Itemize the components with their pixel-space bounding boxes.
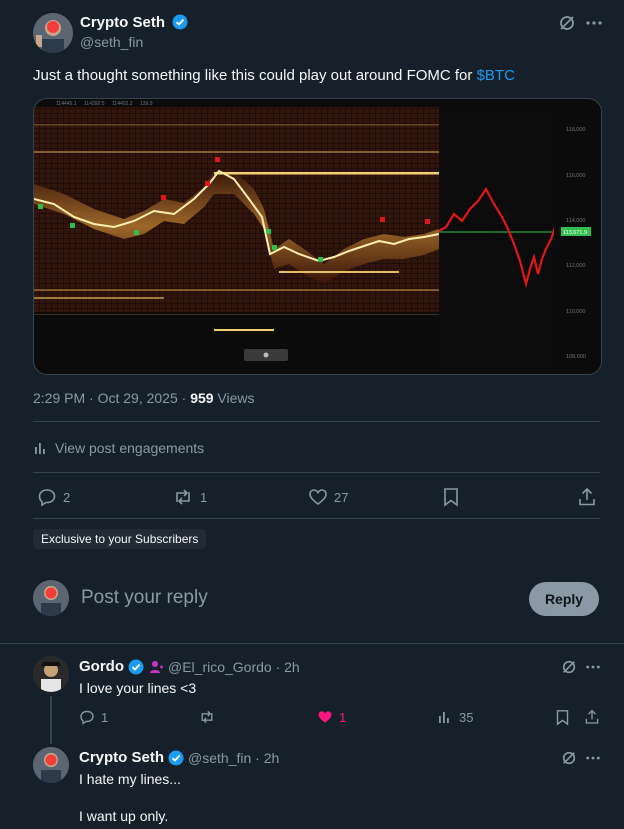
reply-icon [37,487,57,507]
bookmark-icon [442,487,460,507]
share-button[interactable] [584,709,600,725]
cashtag-link[interactable]: $BTC [477,67,515,84]
verified-badge-icon [172,14,188,30]
analytics-icon [33,440,49,456]
thread-line [50,696,52,744]
like-button[interactable]: 27 [308,487,348,507]
header-value-high: 114392.5 [84,101,105,107]
like-button-active[interactable]: 1 [317,709,346,725]
reply-count: 1 [101,709,109,725]
divider [0,643,624,644]
reply-header: Gordo @El_rico_Gordo · 2h [79,658,300,675]
price-tick-116000: 116,000 [566,173,585,179]
more-options-icon[interactable] [585,750,601,766]
verified-badge-icon [128,659,144,675]
price-tick-112000: 112,000 [566,263,585,269]
author-name[interactable]: Crypto Seth [80,14,165,31]
header-value-close: 139.9 [140,101,153,107]
author-block: Crypto Seth @seth_fin [80,14,188,50]
grok-icon[interactable] [561,659,577,675]
reply-button[interactable]: 1 [79,709,108,725]
price-tick-114000: 114,000 [566,218,585,224]
header-value-open: 114445.1 [56,101,77,107]
bookmark-icon [555,709,570,726]
reply-text-line1: I hate my lines... [79,771,181,787]
gordo-avatar[interactable] [33,656,69,692]
header-value-low: 114402.2 [112,101,133,107]
share-button[interactable] [577,487,597,507]
post-chart-image[interactable]: 118,000 116,000 114,000 112,000 110,000 … [33,98,602,375]
reply-icon [79,709,95,725]
price-tick-110000: 110,000 [566,309,585,315]
divider [33,518,600,519]
subscriber-badge-icon [148,659,164,675]
reply-text-line2: I want up only. [79,808,169,824]
grok-icon[interactable] [561,750,577,766]
subscribers-badge: Exclusive to your Subscribers [33,529,207,549]
reply-count: 2 [63,489,71,505]
post-time[interactable]: 2:29 PM · Oct 29, 2025 · [33,390,190,406]
share-icon [584,709,600,725]
views-label: Views [213,390,255,406]
composer-avatar [33,580,69,616]
repost-button[interactable] [198,709,216,725]
like-count: 1 [339,709,347,725]
heart-filled-icon [317,709,333,725]
post-text: Just a thought something like this could… [33,67,515,84]
like-count: 27 [334,489,349,505]
engagements-label: View post engagements [55,440,205,456]
seth-reply-avatar[interactable] [33,747,69,783]
view-engagements-link[interactable]: View post engagements [33,440,204,456]
reply-header: Crypto Seth @seth_fin · 2h [79,749,279,766]
price-tick-118000: 118,000 [566,127,585,133]
reply-button[interactable]: 2 [37,487,70,507]
share-icon [577,487,597,507]
views-count: 35 [459,709,474,725]
bookmark-button[interactable] [442,487,460,507]
price-tick-108000: 108,000 [566,354,586,360]
reply-input[interactable]: Post your reply [81,587,208,609]
author-handle[interactable]: @seth_fin [80,34,188,50]
heart-icon [308,487,328,507]
views-count: 959 [190,390,214,406]
reply-author-handle[interactable]: @seth_fin · 2h [188,750,279,766]
analytics-icon [437,709,453,725]
repost-button[interactable]: 1 [172,487,207,507]
repost-icon [172,487,194,507]
reply-submit-button[interactable]: Reply [529,582,599,616]
verified-badge-icon [168,750,184,766]
author-avatar[interactable] [33,13,73,53]
reply-author-handle[interactable]: @El_rico_Gordo · 2h [168,659,300,675]
post-timestamp: 2:29 PM · Oct 29, 2025 · 959 Views [33,390,255,406]
grok-icon[interactable] [558,14,576,32]
bookmark-button[interactable] [555,709,570,726]
divider [33,472,600,473]
reply-author-name[interactable]: Crypto Seth [79,749,164,766]
divider [33,421,600,422]
reply-text: I love your lines <3 [79,680,197,696]
reply-author-name[interactable]: Gordo [79,658,124,675]
repost-count: 1 [200,489,208,505]
more-options-icon[interactable] [585,659,601,675]
post-text-body: Just a thought something like this could… [33,67,477,84]
current-price-label: 113,671.9 [563,230,587,236]
more-options-icon[interactable] [585,14,603,32]
views-button[interactable]: 35 [437,709,473,725]
repost-icon [198,709,216,725]
